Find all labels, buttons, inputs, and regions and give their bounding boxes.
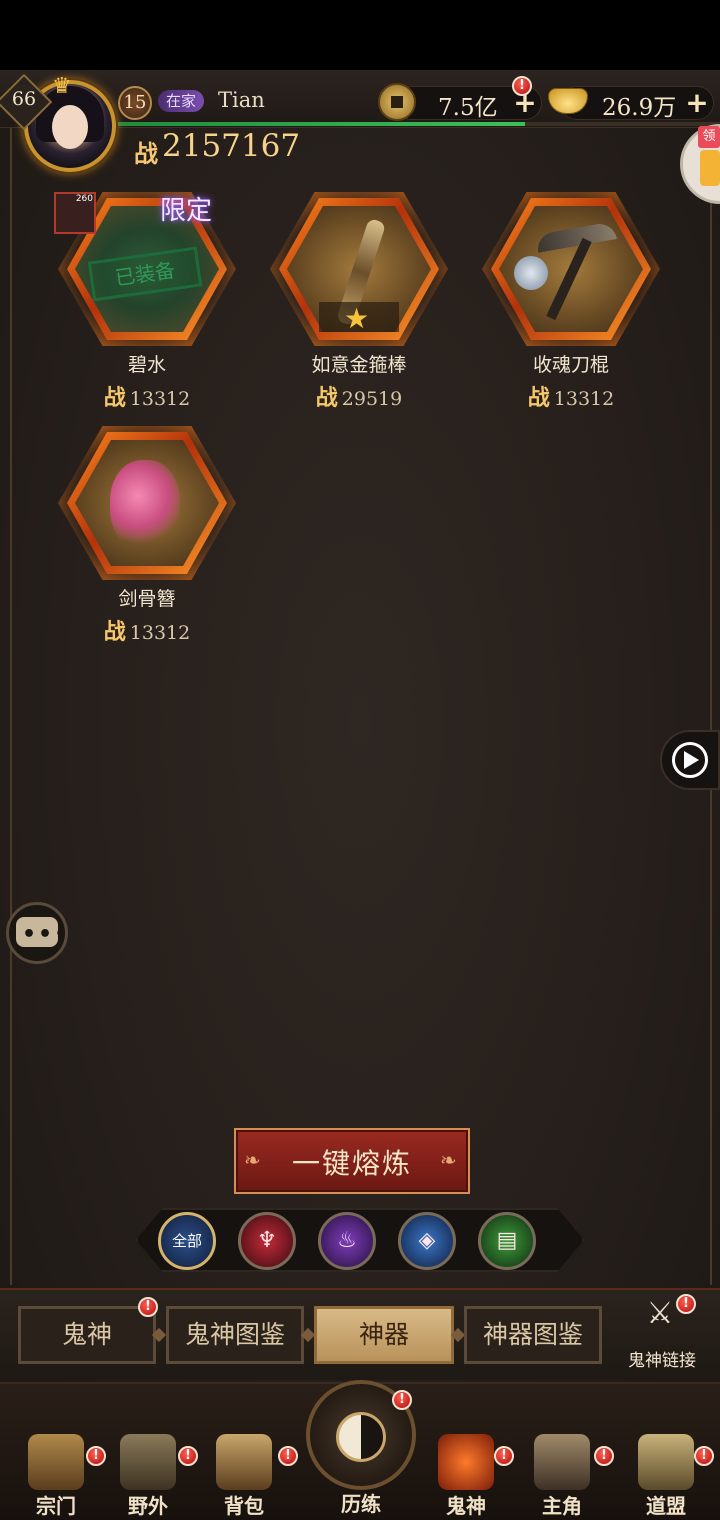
nav-wild[interactable]: 野外 [100, 1430, 196, 1520]
add-ingots-button[interactable]: + [684, 89, 710, 117]
nav-label: 道盟 [646, 1494, 686, 1518]
coins-alert-badge: ! [512, 76, 532, 96]
avatar-face [52, 105, 88, 149]
coin-icon [378, 83, 416, 121]
alert-badge: ! [494, 1446, 514, 1466]
owner-portrait: 260 [54, 192, 96, 234]
frame-right [710, 105, 712, 1285]
alert-badge: ! [676, 1294, 696, 1314]
alliance-icon [638, 1434, 694, 1490]
nav-bag[interactable]: 背包 [196, 1430, 292, 1520]
nav-alliance[interactable]: 道盟 [618, 1430, 714, 1520]
crown-icon: ♛ [52, 74, 72, 99]
wild-icon [120, 1434, 176, 1490]
item-power-value: 29519 [341, 388, 403, 410]
item-card[interactable]: 剑骨簪 战 13312 [58, 426, 236, 647]
nav-label: 主角 [542, 1494, 582, 1518]
red-emblem-icon: ♆ [257, 1228, 277, 1253]
green-emblem-icon: ▤ [496, 1228, 518, 1253]
coins-value: 7.5亿 [438, 95, 498, 121]
vip-badge[interactable]: 15 [118, 86, 152, 120]
alert-badge: ! [178, 1446, 198, 1466]
status-bar-area [0, 0, 720, 70]
item-name: 碧水 [127, 354, 166, 376]
blossom-art [110, 460, 180, 550]
nav-sect[interactable]: 宗门 [8, 1430, 104, 1520]
gift-icon [700, 150, 720, 186]
item-name: 剑骨簪 [118, 588, 176, 610]
alert-badge: ! [138, 1297, 158, 1317]
exp-bar [110, 122, 720, 126]
smelt-all-label: 一键熔炼 [291, 1147, 412, 1180]
blue-emblem-icon: ◈ [418, 1228, 436, 1253]
taiji-icon [336, 1412, 386, 1462]
flower-art [514, 256, 548, 290]
link-label: 鬼神链接 [628, 1351, 696, 1371]
filter-all-label: 全部 [171, 1232, 202, 1250]
tab-ghost-gods-atlas[interactable]: 鬼神图鉴 [166, 1306, 304, 1364]
owner-level: 260 [75, 194, 93, 204]
nav-ghost-gods[interactable]: 鬼神 [418, 1430, 514, 1520]
nav-label: 宗门 [36, 1494, 76, 1518]
bag-icon [216, 1434, 272, 1490]
item-power-value: 13312 [129, 622, 191, 644]
frame-left [10, 105, 12, 1285]
star-icon: ★ [344, 302, 370, 335]
ingots-value: 26.9万 [602, 95, 677, 121]
item-card[interactable]: 已装备 260 限定 碧水 战 13312 [54, 192, 236, 413]
item-power-value: 13312 [129, 388, 191, 410]
item-power: 战 13312 [62, 380, 232, 412]
power-mark: 战 [103, 619, 126, 645]
nav-label: 野外 [128, 1494, 168, 1518]
hero-icon [534, 1434, 590, 1490]
item-power: 战 13312 [62, 614, 232, 646]
level-text: 66 [11, 88, 37, 110]
item-power: 战 13312 [486, 380, 656, 412]
item-power: 战 29519 [274, 380, 444, 412]
item-power-value: 13312 [553, 388, 615, 410]
item-card[interactable]: ★ 如意金箍棒 战 29519 [270, 192, 448, 413]
nav-label: 背包 [224, 1494, 264, 1518]
side-gift-tag: 领 [698, 126, 720, 148]
status-tag: 在家 [158, 90, 205, 112]
power-value: 2157167 [162, 128, 301, 164]
nav-label: 历练 [341, 1492, 381, 1516]
alert-badge: ! [392, 1390, 412, 1410]
nav-protagonist[interactable]: 主角 [514, 1430, 610, 1520]
alert-badge: ! [594, 1446, 614, 1466]
item-name: 如意金箍棒 [311, 354, 407, 376]
power-mark: 战 [103, 385, 126, 411]
tab-artifacts[interactable]: 神器 [314, 1306, 454, 1364]
item-name: 收魂刀棍 [532, 354, 609, 376]
power-mark: 战 [134, 140, 158, 168]
alert-badge: ! [278, 1446, 298, 1466]
exp-bar-fill [110, 122, 525, 126]
chat-dots-icon: ••• [22, 922, 71, 947]
nav-label: 鬼神 [446, 1494, 486, 1518]
alert-badge: ! [694, 1446, 714, 1466]
power-mark: 战 [315, 385, 338, 411]
tab-artifacts-atlas[interactable]: 神器图鉴 [464, 1306, 602, 1364]
tab-ghost-gods[interactable]: 鬼神 [18, 1306, 156, 1364]
demon-mask-icon [438, 1434, 494, 1490]
item-card[interactable]: 收魂刀棍 战 13312 [482, 192, 660, 413]
play-triangle-icon [684, 751, 699, 769]
purple-emblem-icon: ♨ [337, 1228, 357, 1253]
power-mark: 战 [527, 385, 550, 411]
player-name: Tian [218, 88, 265, 112]
limited-tag: 限定 [160, 196, 213, 226]
pagoda-icon [28, 1434, 84, 1490]
